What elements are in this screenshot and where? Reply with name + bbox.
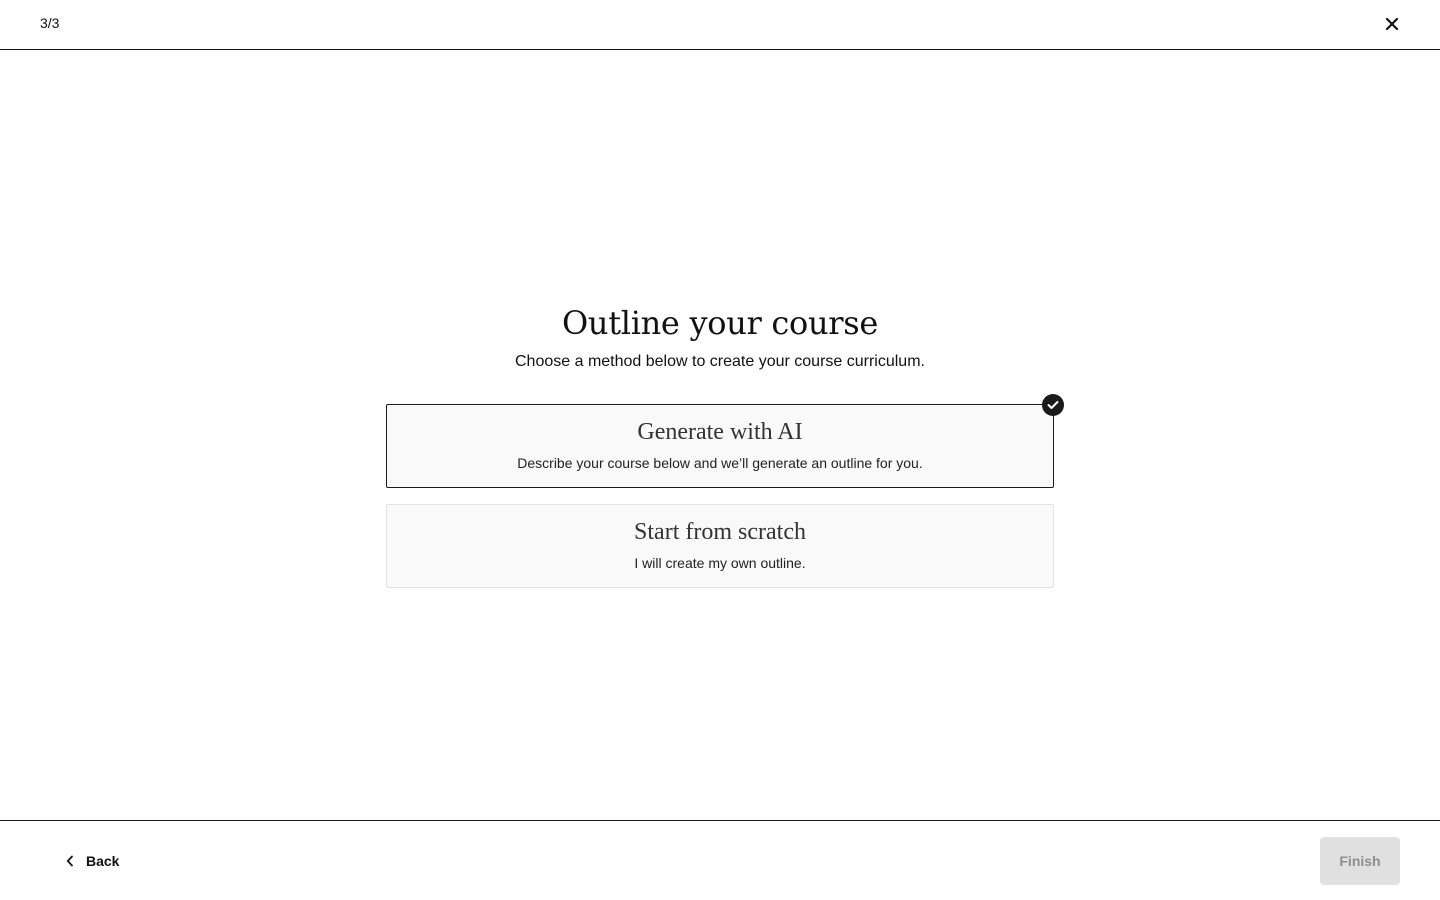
bottom-bar: Back Finish [0,820,1440,900]
back-button[interactable]: Back [58,843,127,879]
step-indicator: 3/3 [40,15,60,31]
page-title: Outline your course [561,304,879,342]
check-circle-icon [1042,394,1064,416]
option-generate-with-ai[interactable]: Generate with AI Describe your course be… [386,394,1064,488]
close-button[interactable] [1380,12,1404,36]
option-description: Describe your course below and we’ll gen… [517,455,923,471]
chevron-left-icon [66,855,73,867]
option-title: Generate with AI [637,419,803,445]
main-content: Outline your course Choose a method belo… [0,51,1440,820]
page-subtitle: Choose a method below to create your cou… [515,353,925,370]
close-icon [1386,18,1398,30]
top-bar: 3/3 [0,0,1440,50]
option-title: Start from scratch [634,519,806,545]
finish-button[interactable]: Finish [1320,837,1400,885]
back-label: Back [86,853,120,869]
option-start-from-scratch[interactable]: Start from scratch I will create my own … [386,504,1054,588]
option-description: I will create my own outline. [634,555,806,571]
